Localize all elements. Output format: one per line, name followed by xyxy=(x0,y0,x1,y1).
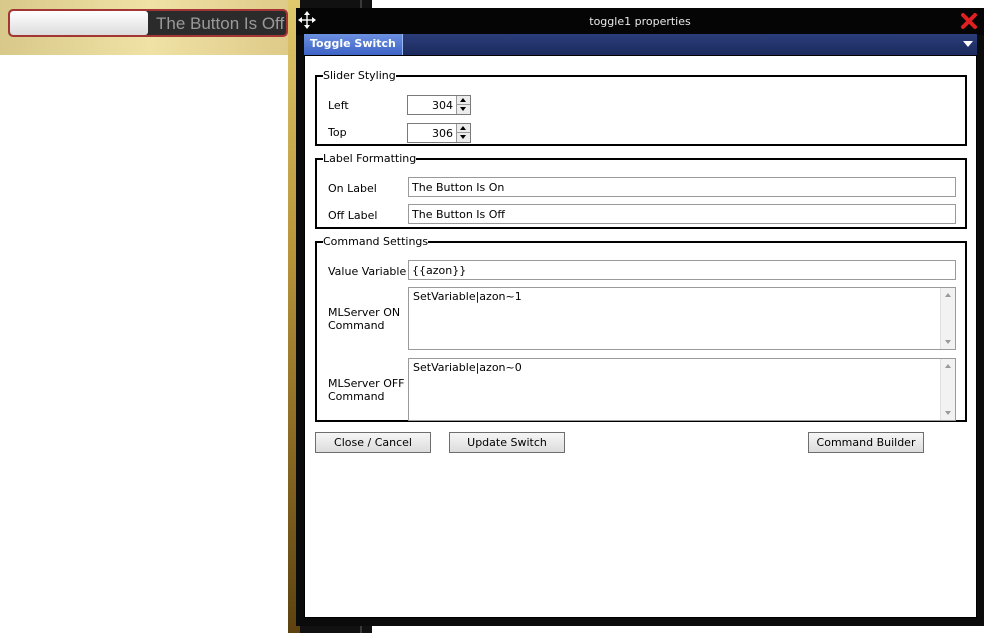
off-label-input[interactable] xyxy=(408,204,956,224)
scroll-up-icon[interactable] xyxy=(945,364,951,368)
off-command-textarea[interactable]: SetVariable|azon~0 xyxy=(408,358,956,421)
toggle-switch-preview[interactable]: The Button Is Off xyxy=(8,9,288,37)
close-icon[interactable] xyxy=(960,12,978,30)
on-label-input[interactable] xyxy=(408,177,956,197)
command-settings-legend: Command Settings xyxy=(323,235,429,248)
top-input[interactable] xyxy=(408,124,456,142)
left-spinner[interactable] xyxy=(407,95,471,115)
on-command-label: MLServer ON Command xyxy=(328,306,401,332)
off-command-scrollbar[interactable] xyxy=(940,359,955,420)
toggle-knob[interactable] xyxy=(10,11,148,35)
top-spinner[interactable] xyxy=(407,123,471,143)
scroll-down-icon[interactable] xyxy=(945,411,951,415)
label-formatting-group: Label Formatting On Label Off Label xyxy=(315,153,967,229)
left-increment-button[interactable] xyxy=(456,96,470,105)
left-input[interactable] xyxy=(408,96,456,114)
value-variable-label: Value Variable xyxy=(328,265,407,278)
left-decrement-button[interactable] xyxy=(456,105,470,114)
top-decrement-button[interactable] xyxy=(456,133,470,142)
close-cancel-button[interactable]: Close / Cancel xyxy=(315,432,431,453)
slider-styling-legend: Slider Styling xyxy=(323,69,396,82)
scroll-down-icon[interactable] xyxy=(945,340,951,344)
on-label-label: On Label xyxy=(328,182,377,195)
command-settings-group: Command Settings Value Variable MLServer… xyxy=(315,236,967,422)
dialog-title: toggle1 properties xyxy=(589,15,691,28)
label-formatting-legend: Label Formatting xyxy=(323,152,417,165)
top-increment-button[interactable] xyxy=(456,124,470,133)
update-switch-button[interactable]: Update Switch xyxy=(449,432,565,453)
left-label: Left xyxy=(328,99,349,112)
tab-toggle-switch[interactable]: Toggle Switch xyxy=(304,34,403,55)
properties-dialog: toggle1 properties Toggle Switch Slider … xyxy=(296,8,984,626)
off-command-label: MLServer OFF Command xyxy=(328,377,405,403)
top-label: Top xyxy=(328,126,347,139)
tab-content: Slider Styling Left Top Label Formatting… xyxy=(304,55,977,618)
on-command-scrollbar[interactable] xyxy=(940,288,955,349)
on-command-textarea[interactable]: SetVariable|azon~1 xyxy=(408,287,956,350)
value-variable-input[interactable] xyxy=(408,260,956,280)
off-label-label: Off Label xyxy=(328,209,378,222)
toggle-label: The Button Is Off xyxy=(156,14,285,33)
dialog-titlebar[interactable]: toggle1 properties xyxy=(296,8,984,35)
on-command-text: SetVariable|azon~1 xyxy=(413,290,522,303)
tab-menu-chevron-icon[interactable] xyxy=(963,41,973,47)
command-builder-button[interactable]: Command Builder xyxy=(808,432,924,453)
tab-bar: Toggle Switch xyxy=(304,34,977,55)
off-command-text: SetVariable|azon~0 xyxy=(413,361,522,374)
slider-styling-group: Slider Styling Left Top xyxy=(315,70,967,146)
scroll-up-icon[interactable] xyxy=(945,293,951,297)
